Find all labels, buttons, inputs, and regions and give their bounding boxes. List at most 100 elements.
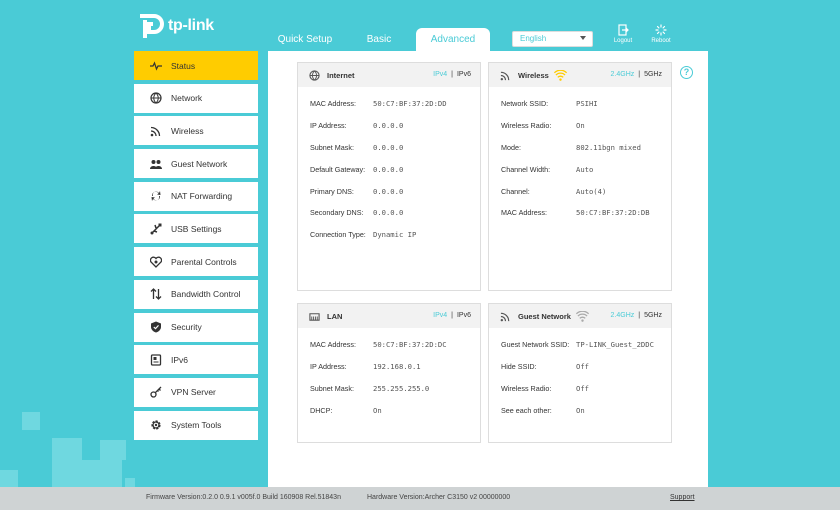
lan-row: IP Address: 192.168.0.1 <box>298 356 480 378</box>
band-5ghz-switch[interactable]: 5GHz <box>644 71 662 78</box>
logout-button[interactable]: Logout <box>608 24 638 44</box>
row-key: DHCP: <box>310 405 333 415</box>
wireless-card: Wireless 2.4GHz | 5GHz Network SSID: PSIHI … <box>488 62 672 291</box>
cycle-icon <box>150 190 162 202</box>
row-key: Connection Type: <box>310 230 366 240</box>
sidebar-item-vpn-server[interactable]: VPN Server <box>134 377 258 407</box>
document-icon <box>150 354 162 366</box>
pulse-icon <box>150 60 162 72</box>
sidebar-item-label: Bandwidth Control <box>171 289 241 300</box>
internet-row: Connection Type: Dynamic IP <box>298 224 480 246</box>
decor-block <box>100 440 126 460</box>
sidebar-item-usb-settings[interactable]: USB Settings <box>134 214 258 244</box>
sidebar-item-system-tools[interactable]: System Tools <box>134 410 258 440</box>
sidebar-item-parental-controls[interactable]: Parental Controls <box>134 247 258 277</box>
heart-icon <box>150 256 162 268</box>
tp-link-logo-icon <box>140 14 164 38</box>
tab-basic[interactable]: Basic <box>345 28 413 51</box>
lan-row: Subnet Mask: 255.255.255.0 <box>298 378 480 400</box>
sidebar-item-label: VPN Server <box>171 387 216 398</box>
internet-card-header: Internet IPv4 | IPv6 <box>298 63 480 87</box>
internet-row: Secondary DNS: 0.0.0.0 <box>298 202 480 224</box>
lan-title: LAN <box>327 311 343 321</box>
ipv6-switch[interactable]: IPv6 <box>457 71 471 78</box>
row-key: MAC Address: <box>310 99 356 109</box>
sidebar-item-label: NAT Forwarding <box>171 191 233 202</box>
row-key: MAC Address: <box>310 340 356 350</box>
row-key: Guest Network SSID: <box>501 340 570 350</box>
help-icon[interactable]: ? <box>680 66 693 79</box>
row-key: Subnet Mask: <box>310 142 354 152</box>
row-value: 0.0.0.0 <box>373 186 404 196</box>
row-value: 0.0.0.0 <box>373 208 404 218</box>
ipv4-switch[interactable]: IPv4 <box>433 71 447 78</box>
row-key: IP Address: <box>310 362 347 372</box>
row-value: 50:C7:BF:37:2D:DD <box>373 99 447 109</box>
internet-row: MAC Address: 50:C7:BF:37:2D:DD <box>298 93 480 115</box>
lan-ip-switch: IPv4 | IPv6 <box>433 312 471 319</box>
sidebar-item-status[interactable]: Status <box>134 51 258 80</box>
band-5ghz-switch[interactable]: 5GHz <box>644 312 662 319</box>
top-nav: Quick Setup Basic Advanced <box>268 28 490 51</box>
logout-label: Logout <box>613 38 633 44</box>
wifi-icon <box>500 70 511 81</box>
internet-title: Internet <box>327 70 355 80</box>
row-key: Primary DNS: <box>310 186 354 196</box>
sidebar-item-security[interactable]: Security <box>134 312 258 342</box>
row-key: Hide SSID: <box>501 362 537 372</box>
sidebar-item-label: Parental Controls <box>171 256 237 267</box>
row-value: 0.0.0.0 <box>373 142 404 152</box>
tab-advanced[interactable]: Advanced <box>416 28 490 51</box>
reboot-label: Reboot <box>651 38 671 44</box>
sidebar-item-bandwidth-control[interactable]: Bandwidth Control <box>134 279 258 309</box>
support-link[interactable]: Support <box>670 494 695 501</box>
sidebar: Status Network Wireless Guest Network NA… <box>134 51 258 443</box>
sidebar-item-label: Wireless <box>171 125 204 136</box>
row-value: 50:C7:BF:37:2D:DC <box>373 340 447 350</box>
reboot-icon <box>655 24 667 36</box>
language-value: English <box>520 34 547 43</box>
ipv6-switch[interactable]: IPv6 <box>457 312 471 319</box>
sidebar-item-wireless[interactable]: Wireless <box>134 116 258 146</box>
ipv4-switch[interactable]: IPv4 <box>433 312 447 319</box>
lan-rows: MAC Address: 50:C7:BF:37:2D:DC IP Address… <box>298 328 480 421</box>
band-24ghz-switch[interactable]: 2.4GHz <box>611 71 635 78</box>
row-key: Network SSID: <box>501 99 549 109</box>
key-icon <box>150 386 162 399</box>
row-value: 0.0.0.0 <box>373 121 404 131</box>
wifi-signal-icon <box>575 310 589 322</box>
tab-quick-setup[interactable]: Quick Setup <box>265 28 345 51</box>
row-key: Channel: <box>501 186 530 196</box>
decor-block <box>0 470 18 488</box>
internet-ip-switch: IPv4 | IPv6 <box>433 71 471 78</box>
row-value: PSIHI <box>576 99 598 109</box>
language-select[interactable]: English <box>512 31 593 47</box>
sidebar-item-ipv6[interactable]: IPv6 <box>134 345 258 375</box>
reboot-button[interactable]: Reboot <box>646 24 676 44</box>
sidebar-item-network[interactable]: Network <box>134 83 258 113</box>
sidebar-item-label: Status <box>171 60 196 71</box>
band-24ghz-switch[interactable]: 2.4GHz <box>611 312 635 319</box>
sidebar-item-guest-network[interactable]: Guest Network <box>134 149 258 179</box>
row-value: 802.11bgn mixed <box>576 142 641 152</box>
row-key: Channel Width: <box>501 164 551 174</box>
row-value: Dynamic IP <box>373 230 417 240</box>
sidebar-item-nat-forwarding[interactable]: NAT Forwarding <box>134 181 258 211</box>
internet-card: Internet IPv4 | IPv6 MAC Address: 50:C7:BF:… <box>297 62 481 291</box>
network-port-icon <box>309 311 320 322</box>
gear-icon <box>150 419 162 431</box>
row-value: Off <box>576 362 589 372</box>
decor-block <box>52 438 82 488</box>
guest-band-switch: 2.4GHz | 5GHz <box>610 312 662 319</box>
lan-row: MAC Address: 50:C7:BF:37:2D:DC <box>298 334 480 356</box>
decor-block <box>82 460 122 488</box>
tp-link-logo: tp-link <box>134 10 214 42</box>
globe-icon <box>150 92 162 104</box>
row-value: TP-LINK_Guest_2DDC <box>576 340 654 350</box>
guest-network-card: Guest Network 2.4GHz | 5GHz Guest Network … <box>488 303 672 443</box>
guest-network-title: Guest Network <box>518 311 571 321</box>
lan-card-header: LAN IPv4 | IPv6 <box>298 304 480 328</box>
wireless-row: Channel Width: Auto <box>489 158 671 180</box>
internet-rows: MAC Address: 50:C7:BF:37:2D:DD IP Address… <box>298 87 480 246</box>
wireless-row: Network SSID: PSIHI <box>489 93 671 115</box>
